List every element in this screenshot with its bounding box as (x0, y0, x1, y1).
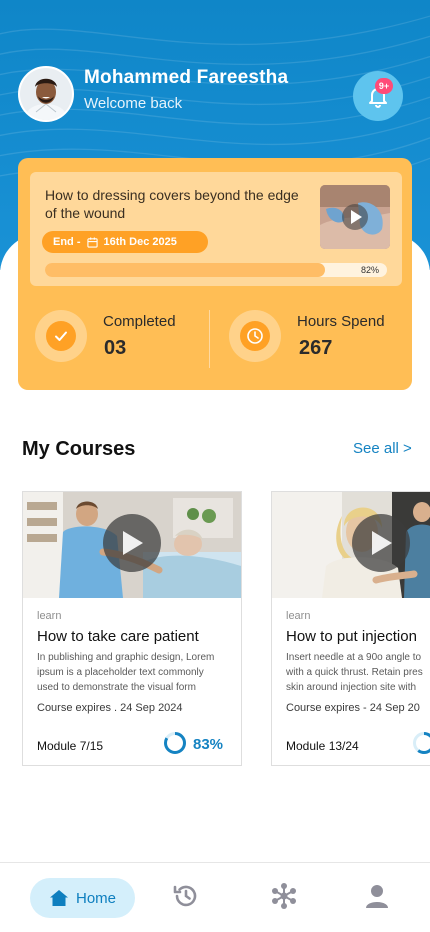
wound-dressing-image (320, 185, 390, 249)
nav-profile[interactable] (362, 881, 392, 911)
progress-ring (413, 732, 430, 754)
play-icon (372, 531, 392, 555)
clock-icon (247, 328, 263, 344)
hours-stat-icon (229, 310, 281, 362)
home-screen: Mohammed Fareestha Welcome back 9+ How t… (0, 0, 430, 932)
hours-label: Hours Spend (297, 313, 385, 330)
course-category: learn (37, 610, 62, 622)
end-date: 16th Dec 2025 (103, 236, 177, 248)
course-title: How to take care patient (37, 628, 199, 645)
course-expiry: Course expires . 24 Sep 2024 (37, 702, 183, 714)
stat-divider (209, 310, 210, 368)
hours-value: 267 (299, 337, 333, 359)
profile-icon (366, 885, 388, 908)
description-line: skin around injection site with (286, 682, 417, 693)
calendar-icon (86, 236, 98, 248)
welcome-text: Welcome back (84, 95, 183, 112)
course-title: How to put injection (286, 628, 417, 645)
course-module: Module 7/15 (37, 739, 104, 753)
notification-badge: 9+ (375, 78, 393, 94)
lesson-progress-label: 82% (360, 265, 379, 275)
history-icon (173, 885, 197, 907)
network-icon (272, 883, 296, 909)
check-icon (55, 331, 67, 341)
nav-home[interactable]: Home (30, 878, 135, 918)
description-line: Insert needle at a 90o angle to (286, 652, 422, 663)
section-title: My Courses (22, 438, 136, 460)
end-label: End - (53, 236, 81, 248)
nav-history[interactable] (171, 881, 201, 911)
play-icon (123, 531, 143, 555)
nav-home-label: Home (75, 889, 116, 907)
course-card[interactable]: learn How to put injection Insert needle… (271, 491, 430, 766)
course-description: In publishing and graphic design, Lorem … (37, 650, 233, 695)
course-description: Insert needle at a 90o angle to with a q… (286, 650, 430, 695)
course-image[interactable] (272, 492, 430, 598)
progress-card: How to dressing covers beyond the edge o… (18, 158, 412, 390)
avatar[interactable] (18, 66, 74, 122)
description-line: with a quick thrust. Retain pres (286, 667, 423, 678)
home-icon (49, 890, 68, 906)
completed-value: 03 (104, 337, 127, 359)
course-module: Module 13/24 (286, 739, 359, 753)
description-line: In publishing and graphic design, Lorem (37, 652, 215, 663)
description-line: used to demonstrate the visual form (37, 682, 196, 693)
lesson-progress-bar: 82% (45, 263, 387, 277)
bottom-navigation: Home (0, 862, 430, 932)
user-name: Mohammed Fareestha (84, 67, 289, 88)
lesson-progress-fill (45, 263, 326, 277)
course-expiry: Course expires - 24 Sep 20 (286, 702, 420, 714)
user-avatar-icon (20, 68, 72, 120)
course-image[interactable] (23, 492, 241, 598)
nav-network[interactable] (269, 881, 299, 911)
completed-stat-icon (35, 310, 87, 362)
lesson-title: How to dressing covers beyond the edge o… (45, 187, 299, 221)
completed-label: Completed (103, 313, 176, 330)
course-category: learn (286, 610, 311, 622)
progress-ring (164, 732, 186, 754)
description-line: ipsum is a placeholder text commonly (37, 667, 204, 678)
course-card[interactable]: learn How to take care patient In publis… (22, 491, 242, 766)
end-date-pill: End - 16th Dec 2025 (42, 231, 208, 253)
course-percent: 83% (193, 736, 224, 753)
play-button[interactable] (352, 514, 410, 572)
current-lesson-panel[interactable]: How to dressing covers beyond the edge o… (30, 172, 402, 286)
lesson-thumbnail[interactable] (320, 185, 390, 249)
play-button[interactable] (103, 514, 161, 572)
see-all-link[interactable]: See all > (353, 440, 412, 457)
